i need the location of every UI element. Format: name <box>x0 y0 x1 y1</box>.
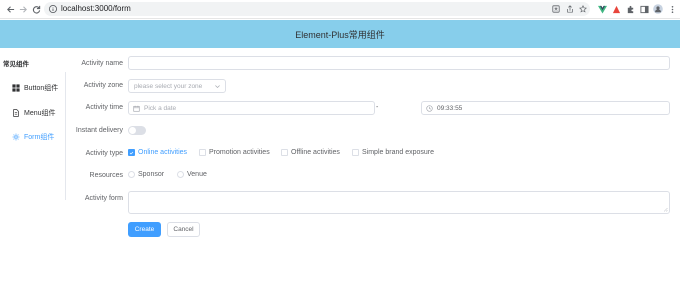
reload-button[interactable] <box>30 3 42 15</box>
time-value: 09:33:55 <box>437 105 463 112</box>
activity-zone-label: Activity zone <box>83 82 123 89</box>
sidebar-item-label: Button组件 <box>24 85 59 92</box>
sidebar-item-label: Form组件 <box>24 134 55 141</box>
activity-time-label: Activity time <box>85 104 123 111</box>
sidebar-item-form[interactable]: Form组件 <box>12 130 54 144</box>
checkbox-label: Promotion activities <box>209 149 270 156</box>
url-text[interactable]: localhost:3000/form <box>61 3 131 15</box>
arrow-right-icon <box>19 5 27 13</box>
vue-devtools-icon[interactable] <box>597 4 607 14</box>
star-icon[interactable] <box>579 5 587 13</box>
reload-icon <box>32 5 40 14</box>
date-picker-input[interactable]: Pick a date <box>128 101 375 115</box>
checkbox-offline-activities[interactable]: Offline activities <box>281 149 340 156</box>
create-button[interactable]: Create <box>128 222 161 237</box>
radio-icon <box>128 171 135 178</box>
sidepanel-icon[interactable] <box>639 4 649 14</box>
checkbox-online-activities[interactable]: Online activities <box>128 149 187 156</box>
forward-button[interactable] <box>17 3 29 15</box>
sidebar-title: 常见组件 <box>3 61 29 68</box>
checkbox-icon <box>281 149 288 156</box>
radio-label: Venue <box>187 171 207 178</box>
menu-dots-icon[interactable] <box>667 4 677 14</box>
app-header: Element-Plus常用组件 <box>0 20 680 48</box>
sidebar-item-button[interactable]: Button组件 <box>12 81 58 95</box>
checkbox-label: Offline activities <box>291 149 340 156</box>
page-title: Element-Plus常用组件 <box>295 29 385 40</box>
activity-zone-placeholder: please select your zone <box>134 83 203 90</box>
time-separator: - <box>376 104 379 111</box>
checkbox-label: Simple brand exposure <box>362 149 434 156</box>
checkbox-simple-brand-exposure[interactable]: Simple brand exposure <box>352 149 434 156</box>
resize-handle-icon[interactable] <box>663 207 668 212</box>
gear-icon <box>12 133 20 141</box>
activity-form-label: Activity form <box>84 195 123 202</box>
checkbox-checked-icon <box>128 149 135 156</box>
sidebar-item-menu[interactable]: Menu组件 <box>12 106 56 120</box>
cancel-button[interactable]: Cancel <box>167 222 200 237</box>
resources-label: Resources <box>89 172 123 179</box>
radio-icon <box>177 171 184 178</box>
radio-label: Sponsor <box>138 171 165 178</box>
translate-icon[interactable] <box>552 5 560 13</box>
grid-icon <box>12 84 20 92</box>
sidebar: 常见组件 Button组件 Menu组件 Form组件 <box>0 48 66 281</box>
share-icon[interactable] <box>566 5 574 13</box>
arrow-left-icon <box>6 5 14 13</box>
activity-name-input[interactable] <box>128 56 670 70</box>
document-icon <box>13 109 19 117</box>
checkbox-promotion-activities[interactable]: Promotion activities <box>199 149 270 156</box>
activity-type-label: Activity type <box>85 150 123 157</box>
clock-icon <box>426 105 433 112</box>
checkbox-label: Online activities <box>138 149 188 156</box>
sidebar-divider <box>65 72 66 200</box>
profile-icon[interactable] <box>653 4 663 14</box>
radio-sponsor[interactable]: Sponsor <box>128 171 164 178</box>
calendar-icon <box>133 105 140 112</box>
browser-toolbar: localhost:3000/form <box>0 0 680 19</box>
switch-knob <box>129 127 136 134</box>
time-picker-input[interactable]: 09:33:55 <box>421 101 670 115</box>
activity-zone-select[interactable]: please select your zone <box>128 79 226 93</box>
checkbox-icon <box>352 149 359 156</box>
puzzle-icon[interactable] <box>625 4 635 14</box>
date-placeholder: Pick a date <box>144 105 177 112</box>
address-bar[interactable]: localhost:3000/form <box>44 2 590 16</box>
instant-delivery-label: Instant delivery <box>75 127 123 134</box>
instant-delivery-switch[interactable] <box>128 126 146 135</box>
activity-form-textarea[interactable] <box>128 191 670 214</box>
extension-red-icon[interactable] <box>611 4 621 14</box>
radio-venue[interactable]: Venue <box>177 171 207 178</box>
info-icon[interactable] <box>48 4 58 14</box>
chevron-down-icon <box>215 85 220 89</box>
activity-name-label: Activity name <box>81 60 123 67</box>
checkbox-icon <box>199 149 206 156</box>
back-button[interactable] <box>4 3 16 15</box>
sidebar-item-label: Menu组件 <box>24 110 56 117</box>
